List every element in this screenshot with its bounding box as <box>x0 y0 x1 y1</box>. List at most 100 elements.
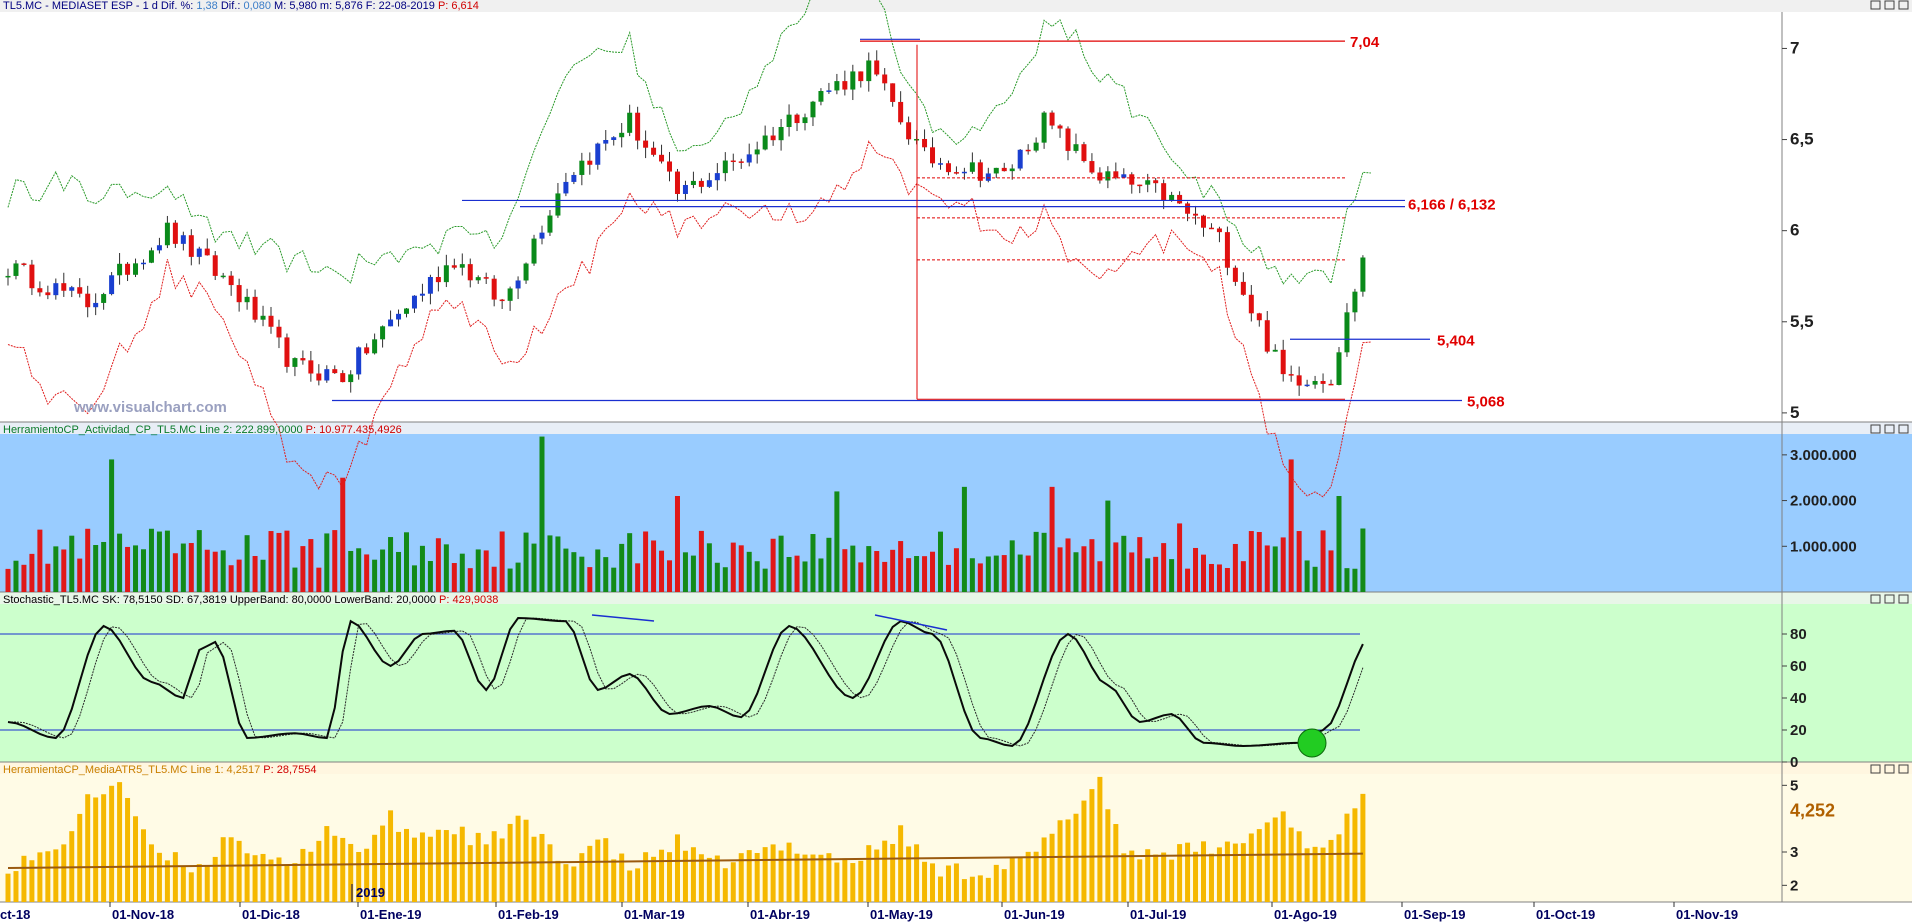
volume-bar <box>109 459 115 592</box>
volume-bar <box>483 550 489 592</box>
volume-bar <box>547 535 553 592</box>
candle-body <box>674 171 680 194</box>
ytick-label: 6,5 <box>1790 130 1814 149</box>
volume-bar <box>730 542 736 592</box>
volume-bar <box>1201 554 1206 592</box>
volume-bar <box>435 538 441 592</box>
atr-bar <box>531 836 537 902</box>
volume-bar <box>659 550 665 592</box>
candle-body <box>603 140 609 144</box>
volume-bar <box>236 559 242 592</box>
volume-bar <box>1065 538 1071 592</box>
volume-bar <box>172 553 178 592</box>
volume-bar <box>611 567 617 592</box>
volume-bar <box>690 555 696 592</box>
atr-bar <box>101 794 107 902</box>
candle-body <box>842 81 848 90</box>
candle-body <box>443 265 449 283</box>
volume-bar <box>794 555 800 592</box>
candle-body <box>1185 203 1191 214</box>
candle-body <box>491 278 497 300</box>
atr-bar <box>818 854 824 902</box>
candle-body <box>196 248 202 257</box>
candle-body <box>1113 171 1119 178</box>
candle-body <box>627 112 633 133</box>
atr-bar <box>1193 851 1199 902</box>
atr-bar <box>595 839 601 902</box>
candle-body <box>1017 149 1023 169</box>
candle-body <box>786 114 792 128</box>
ytick-label: 5,5 <box>1790 312 1814 331</box>
candle-body <box>133 263 139 275</box>
atr-bar <box>1288 827 1294 902</box>
xtick-label: 01-Dic-18 <box>242 907 300 922</box>
candle-body <box>953 172 959 174</box>
atr-bar <box>172 852 178 902</box>
volume-bar <box>499 531 505 592</box>
atr-bar <box>308 851 314 902</box>
candle-body <box>635 112 641 141</box>
atr-bar <box>1296 831 1302 902</box>
ytick-label: 0 <box>1790 754 1798 771</box>
volume-bar <box>148 528 154 592</box>
atr-bar <box>1161 852 1167 902</box>
volume-bar <box>443 544 449 592</box>
volume-bar <box>140 549 146 592</box>
chart-canvas: TL5.MC - MEDIASET ESP - 1 d Dif. %: 1,38… <box>0 0 1912 922</box>
ytick-label: 7 <box>1790 38 1799 57</box>
volume-bar <box>722 567 728 592</box>
atr-bar <box>977 875 983 902</box>
candle-body <box>850 71 856 90</box>
xtick-label: 01-Abr-19 <box>750 907 810 922</box>
candle-body <box>1177 194 1183 204</box>
atr-bar <box>714 855 720 902</box>
atr-bar <box>228 837 234 902</box>
volume-bar <box>13 560 19 592</box>
atr-bar <box>1113 824 1119 902</box>
volume-bar <box>1073 552 1079 592</box>
volume-bar <box>1296 531 1302 592</box>
candle-body <box>714 173 720 181</box>
candle-body <box>1001 167 1007 172</box>
candle-body <box>937 163 943 165</box>
ytick-label: 5 <box>1790 403 1799 422</box>
atr-bar <box>563 864 569 902</box>
candle-body <box>268 315 274 327</box>
volume-bar <box>674 496 680 592</box>
atr-bar <box>914 844 920 902</box>
candle-body <box>244 296 250 303</box>
candle-body <box>698 180 704 187</box>
volume-bar <box>890 549 896 592</box>
atr-bar <box>1304 848 1310 902</box>
volume-bar <box>459 553 465 592</box>
volume-bar <box>260 559 266 592</box>
volume-bar <box>77 558 83 592</box>
candle-body <box>1312 381 1318 385</box>
volume-bar <box>1216 564 1222 592</box>
atr-bar <box>890 843 896 902</box>
volume-bar <box>1232 543 1238 592</box>
atr-bar <box>611 859 617 902</box>
candle-body <box>531 238 537 264</box>
price-level-label: 7,04 <box>1350 34 1380 51</box>
volume-bar <box>810 534 816 592</box>
volume-bar <box>180 543 186 592</box>
atr-bar <box>555 860 561 902</box>
candle-body <box>180 235 186 244</box>
xtick-label: ct-18 <box>0 907 30 922</box>
candle-body <box>411 295 417 309</box>
atr-bar <box>411 837 417 902</box>
atr-bar <box>1240 843 1246 902</box>
candle-body <box>555 193 561 216</box>
candle-body <box>156 245 162 251</box>
volume-bar <box>1009 540 1015 592</box>
atr-bar <box>547 844 553 902</box>
candle-body <box>260 315 266 320</box>
atr-bar <box>1121 853 1127 902</box>
candle-body <box>93 302 99 308</box>
candle-body <box>746 154 752 163</box>
atr-bar <box>459 826 465 902</box>
header-segment: M: 5,980 m: 5,876 F: 22-08-2019 <box>271 0 438 12</box>
atr-bar <box>1201 841 1206 902</box>
header-segment: Dif.: <box>218 0 244 12</box>
